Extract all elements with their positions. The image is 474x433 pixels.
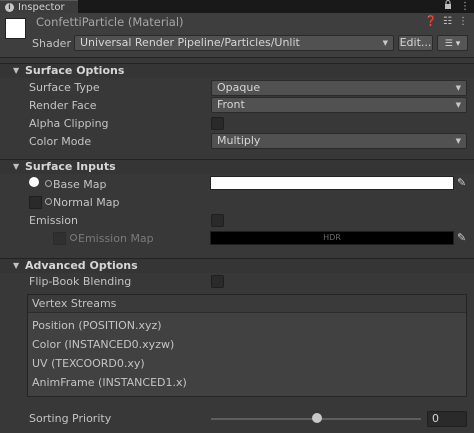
- base-map-color-field[interactable]: [210, 176, 454, 190]
- normal-map-texture-slot[interactable]: [29, 196, 42, 209]
- sorting-priority-slider-handle[interactable]: [312, 413, 322, 423]
- presets-icon[interactable]: ☷: [443, 16, 452, 27]
- tab-menu-icon[interactable]: ⋮: [460, 1, 470, 12]
- chevron-down-icon: ▼: [382, 39, 388, 47]
- foldout-arrow-icon: ▼: [13, 66, 20, 75]
- flip-book-label: Flip-Book Blending: [29, 275, 132, 288]
- help-icon[interactable]: ❓: [425, 16, 437, 27]
- shader-label: Shader: [32, 37, 71, 50]
- emission-map-label: Emission Map: [78, 232, 154, 245]
- color-mode-label: Color Mode: [29, 135, 92, 148]
- list-item: Position (POSITION.xyz): [32, 319, 162, 332]
- surface-type-value: Opaque: [217, 81, 261, 94]
- chevron-down-icon: ▼: [455, 84, 461, 92]
- sorting-priority-label: Sorting Priority: [29, 412, 112, 425]
- object-picker-icon[interactable]: [45, 180, 52, 187]
- list-icon: ☰ ▾: [444, 39, 461, 49]
- foldout-arrow-icon: ▼: [13, 261, 20, 270]
- tab-label: Inspector: [18, 1, 65, 13]
- tab-tools: ⋮: [444, 0, 470, 13]
- info-icon: i: [5, 2, 14, 12]
- emission-map-texture-slot[interactable]: [53, 232, 66, 245]
- eyedropper-icon[interactable]: ✎: [457, 231, 466, 244]
- chevron-down-icon: ▼: [455, 101, 461, 109]
- section-surface-inputs[interactable]: ▼ Surface Inputs: [0, 159, 474, 174]
- normal-map-label: Normal Map: [53, 196, 120, 209]
- eyedropper-icon[interactable]: ✎: [457, 176, 466, 189]
- section-advanced-options[interactable]: ▼ Advanced Options: [0, 258, 474, 273]
- emission-hdr-color-field[interactable]: HDR: [210, 231, 454, 245]
- flip-book-checkbox[interactable]: [211, 275, 224, 288]
- list-item: UV (TEXCOORD0.xy): [32, 357, 145, 370]
- chevron-down-icon: ▼: [455, 137, 461, 145]
- object-picker-icon[interactable]: [45, 198, 52, 205]
- section-title: Advanced Options: [25, 259, 138, 272]
- material-title: ConfettiParticle (Material): [36, 15, 184, 29]
- render-face-label: Render Face: [29, 99, 97, 112]
- texture-preview-icon: [29, 177, 39, 187]
- sorting-priority-value-field[interactable]: 0: [427, 411, 467, 427]
- emission-checkbox[interactable]: [211, 214, 224, 227]
- alpha-clipping-label: Alpha Clipping: [29, 117, 109, 130]
- tab-inspector[interactable]: i Inspector: [0, 0, 78, 13]
- base-map-texture-slot[interactable]: [29, 177, 39, 187]
- render-face-dropdown[interactable]: Front ▼: [211, 97, 467, 113]
- alpha-clipping-checkbox[interactable]: [211, 117, 224, 130]
- surface-type-dropdown[interactable]: Opaque ▼: [211, 80, 467, 96]
- list-item: AnimFrame (INSTANCED1.x): [32, 376, 187, 389]
- render-face-value: Front: [217, 98, 245, 111]
- section-title: Surface Options: [25, 64, 125, 77]
- more-icon[interactable]: ⋮: [458, 16, 468, 27]
- color-mode-dropdown[interactable]: Multiply ▼: [211, 133, 467, 149]
- base-map-label: Base Map: [53, 178, 107, 191]
- shader-dropdown[interactable]: Universal Render Pipeline/Particles/Unli…: [74, 35, 394, 51]
- section-surface-options[interactable]: ▼ Surface Options: [0, 63, 474, 78]
- vertex-streams-header: Vertex Streams: [28, 295, 466, 313]
- edit-shader-button[interactable]: Edit...: [398, 35, 433, 51]
- color-mode-value: Multiply: [217, 134, 261, 147]
- surface-type-label: Surface Type: [29, 81, 100, 94]
- shader-options-button[interactable]: ☰ ▾: [437, 35, 468, 51]
- header-icons: ❓ ☷ ⋮: [425, 16, 468, 27]
- foldout-arrow-icon: ▼: [13, 162, 20, 171]
- list-item: Color (INSTANCED0.xyzw): [32, 338, 175, 351]
- section-title: Surface Inputs: [25, 160, 116, 173]
- lock-icon[interactable]: [444, 0, 452, 13]
- shader-value: Universal Render Pipeline/Particles/Unli…: [80, 36, 300, 49]
- emission-label: Emission: [29, 214, 78, 227]
- object-picker-icon[interactable]: [70, 234, 77, 241]
- material-preview-thumbnail: [5, 18, 26, 39]
